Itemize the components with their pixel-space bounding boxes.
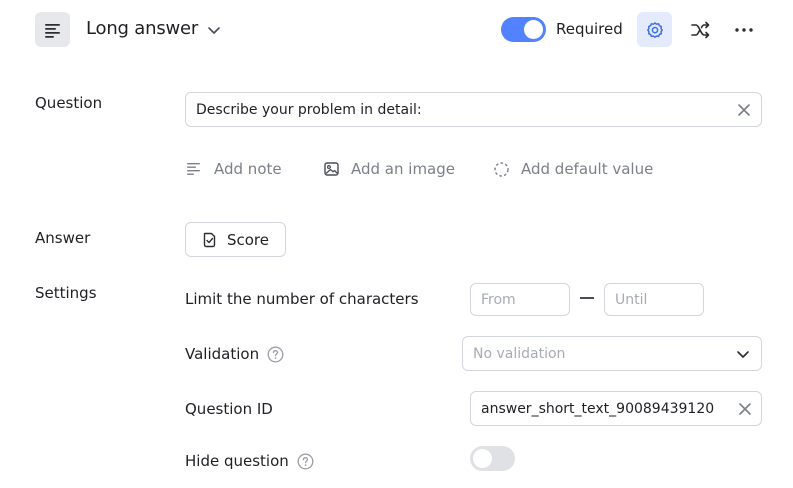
- range-dash: [580, 297, 594, 299]
- validation-text: Validation: [185, 345, 260, 363]
- question-clear-button[interactable]: [735, 101, 752, 118]
- required-label: Required: [556, 20, 623, 38]
- answer-section-label: Answer: [35, 229, 91, 247]
- add-image-button[interactable]: Add an image: [323, 159, 455, 179]
- align-left-icon: [44, 23, 60, 38]
- gear-icon: [646, 21, 663, 38]
- question-type-dropdown[interactable]: [206, 22, 222, 38]
- settings-section-label: Settings: [35, 284, 97, 302]
- more-horizontal-icon: [734, 27, 753, 32]
- score-label: Score: [226, 230, 269, 249]
- settings-button[interactable]: [637, 12, 672, 47]
- chevron-down-icon: [208, 27, 220, 34]
- hide-question-label: Hide question: [185, 451, 314, 471]
- add-note-label: Add note: [214, 160, 282, 178]
- validation-select[interactable]: No validation: [462, 336, 762, 371]
- hide-question-text: Hide question: [185, 452, 289, 470]
- add-default-value-button[interactable]: Add default value: [493, 159, 653, 179]
- toggle-knob: [524, 20, 543, 39]
- close-icon: [738, 402, 751, 415]
- help-icon[interactable]: [297, 453, 314, 470]
- note-lines-icon: [187, 163, 200, 175]
- help-icon[interactable]: [267, 346, 284, 363]
- validation-label: Validation: [185, 344, 284, 364]
- image-icon: [324, 162, 339, 176]
- question-type-button[interactable]: [35, 12, 70, 47]
- question-text-input[interactable]: [185, 92, 762, 127]
- add-image-label: Add an image: [351, 160, 455, 178]
- chevron-down-icon: [737, 350, 749, 358]
- file-check-icon: [203, 232, 216, 247]
- limit-until-input[interactable]: [604, 283, 704, 316]
- limit-from-input[interactable]: [470, 283, 570, 316]
- question-type-title[interactable]: Long answer: [86, 17, 198, 41]
- dashed-circle-icon: [494, 161, 509, 177]
- more-options-button[interactable]: [726, 12, 761, 47]
- close-icon: [737, 103, 750, 116]
- question-id-clear-button[interactable]: [736, 400, 753, 417]
- limit-characters-text: Limit the number of characters: [185, 290, 419, 308]
- score-button[interactable]: Score: [185, 222, 286, 257]
- question-id-text: Question ID: [185, 400, 273, 418]
- question-id-label: Question ID: [185, 399, 273, 419]
- add-note-button[interactable]: Add note: [186, 159, 282, 179]
- limit-characters-label: Limit the number of characters: [185, 289, 419, 309]
- required-toggle[interactable]: [501, 17, 546, 42]
- hide-question-toggle[interactable]: [470, 446, 515, 471]
- toggle-knob: [473, 449, 492, 468]
- shuffle-icon: [690, 21, 709, 38]
- add-default-value-label: Add default value: [521, 160, 654, 178]
- shuffle-button[interactable]: [683, 12, 718, 47]
- question-id-input[interactable]: [470, 391, 762, 426]
- question-section-label: Question: [35, 94, 103, 112]
- validation-select-value: No validation: [473, 345, 566, 362]
